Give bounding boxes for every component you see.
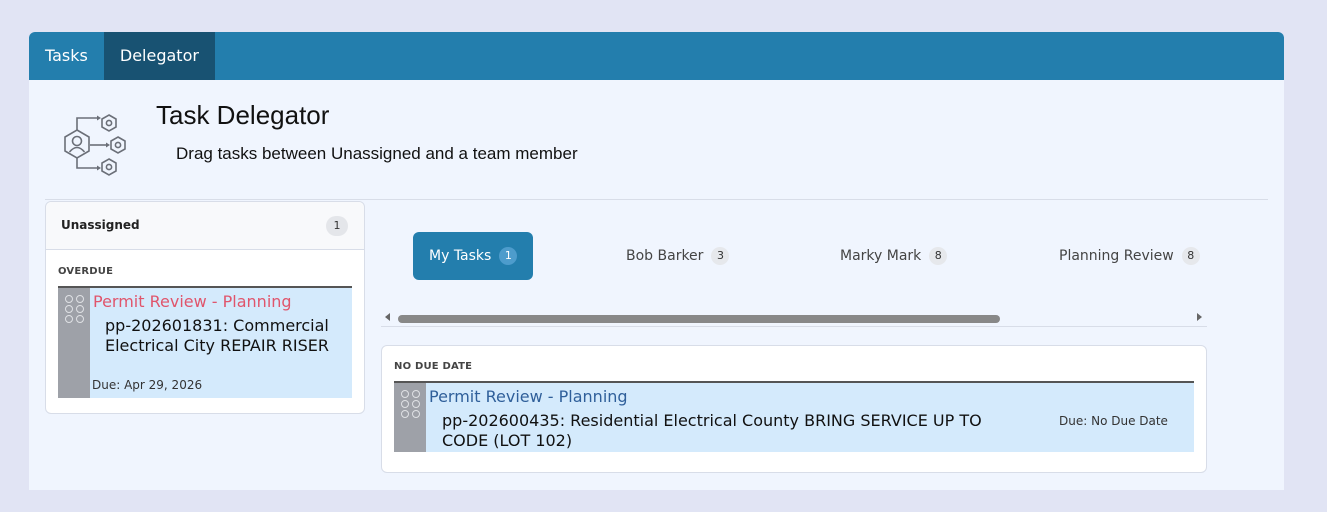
team-delegation-icon [64, 114, 126, 176]
tab-label: My Tasks [429, 248, 492, 264]
tab-label: Planning Review [1059, 248, 1174, 264]
tabs-scrollbar[interactable] [381, 310, 1207, 327]
tab-planning-review[interactable]: Planning Review 8 [1059, 232, 1200, 280]
task-name: pp-202601831: Commercial Electrical City… [105, 316, 330, 355]
tab-count-badge: 8 [1181, 247, 1200, 265]
unassigned-panel-header: Unassigned 1 [46, 202, 364, 250]
drag-handle-icon[interactable] [58, 288, 90, 398]
task-card-no-due[interactable]: Permit Review - Planning pp-202600435: R… [394, 381, 1194, 452]
scroll-left-arrow-icon[interactable] [385, 313, 390, 321]
overdue-group-label: OVERDUE [58, 266, 114, 277]
tab-count-badge: 8 [929, 247, 948, 265]
tab-delegator[interactable]: Delegator [103, 32, 215, 80]
tab-marky-mark[interactable]: Marky Mark 8 [840, 232, 948, 280]
task-name: pp-202600435: Residential Electrical Cou… [442, 411, 982, 450]
task-due-date: Due: No Due Date [1059, 414, 1168, 428]
task-card-overdue[interactable]: Permit Review - Planning pp-202601831: C… [58, 286, 352, 398]
scrollbar-thumb[interactable] [398, 315, 1000, 323]
scroll-right-arrow-icon[interactable] [1197, 313, 1202, 321]
tab-count-badge: 3 [711, 247, 730, 265]
header-divider [45, 199, 1268, 200]
unassigned-panel: Unassigned 1 OVERDUE Permit Review - Pla… [45, 201, 365, 414]
unassigned-count-badge: 1 [326, 216, 348, 236]
tab-label: Bob Barker [626, 248, 704, 264]
delegator-app: Tasks Delegator Task Delegator Drag task… [29, 32, 1284, 490]
drag-handle-icon[interactable] [394, 383, 426, 452]
tab-my-tasks[interactable]: My Tasks 1 [413, 232, 534, 280]
member-task-panel: NO DUE DATE Permit Review - Planning pp-… [381, 345, 1207, 473]
unassigned-title: Unassigned [61, 218, 140, 232]
top-nav: Tasks Delegator [29, 32, 1284, 80]
tab-label: Marky Mark [840, 248, 922, 264]
tab-count-badge: 1 [499, 247, 518, 265]
page-subtitle: Drag tasks between Unassigned and a team… [176, 144, 578, 163]
tab-bob-barker[interactable]: Bob Barker 3 [626, 232, 730, 280]
page-header: Task Delegator Drag tasks between Unassi… [29, 80, 1284, 200]
page-title: Task Delegator [156, 100, 330, 130]
task-type-label: Permit Review - Planning [429, 387, 628, 406]
task-type-label: Permit Review - Planning [93, 292, 292, 311]
task-due-date: Due: Apr 29, 2026 [92, 378, 203, 392]
tab-tasks[interactable]: Tasks [29, 32, 104, 80]
no-due-date-group-label: NO DUE DATE [394, 361, 473, 372]
